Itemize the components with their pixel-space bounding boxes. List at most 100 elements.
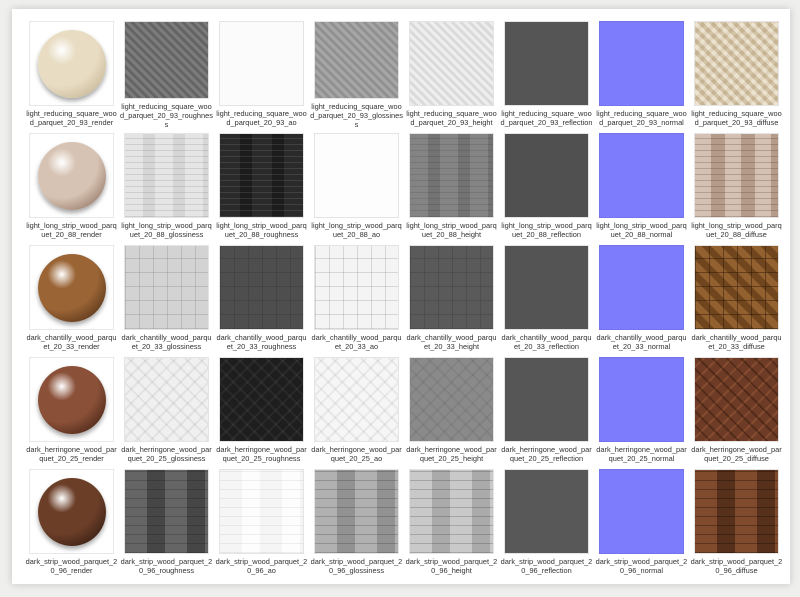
file-name-label: light_long_strip_wood_parquet_20_88_ao (311, 221, 402, 239)
material-sphere-preview (37, 477, 106, 546)
file-name-label: light_reducing_square_wood_parquet_20_93… (26, 109, 117, 127)
file-item[interactable]: light_reducing_square_wood_parquet_20_93… (214, 17, 309, 129)
file-item[interactable]: dark_strip_wood_parquet_20_96_height (404, 465, 499, 577)
normal-map-thumbnail (599, 469, 684, 554)
file-item[interactable]: light_reducing_square_wood_parquet_20_93… (24, 17, 119, 129)
file-name-label: light_reducing_square_wood_parquet_20_93… (310, 102, 403, 129)
file-item[interactable]: dark_chantilly_wood_parquet_20_33_glossi… (119, 241, 214, 353)
file-item[interactable]: dark_strip_wood_parquet_20_96_normal (594, 465, 689, 577)
file-item[interactable]: light_reducing_square_wood_parquet_20_93… (594, 17, 689, 129)
file-item[interactable]: dark_chantilly_wood_parquet_20_33_render (24, 241, 119, 353)
file-name-label: dark_chantilly_wood_parquet_20_33_diffus… (691, 333, 782, 351)
file-name-label: light_reducing_square_wood_parquet_20_93… (691, 109, 782, 127)
file-name-label: dark_herringone_wood_parquet_20_25_gloss… (121, 445, 212, 463)
file-item[interactable]: dark_strip_wood_parquet_20_96_roughness (119, 465, 214, 577)
file-item[interactable]: dark_herringone_wood_parquet_20_25_rough… (214, 353, 309, 465)
texture-thumbnail (124, 245, 209, 330)
file-item[interactable]: dark_herringone_wood_parquet_20_25_ao (309, 353, 404, 465)
normal-map-thumbnail (599, 21, 684, 106)
file-item[interactable]: light_reducing_square_wood_parquet_20_93… (119, 17, 214, 129)
file-item[interactable]: dark_strip_wood_parquet_20_96_glossiness (309, 465, 404, 577)
file-item[interactable]: light_long_strip_wood_parquet_20_88_norm… (594, 129, 689, 241)
render-thumbnail (29, 469, 114, 554)
file-name-label: light_long_strip_wood_parquet_20_88_diff… (691, 221, 782, 239)
file-item[interactable]: dark_chantilly_wood_parquet_20_33_reflec… (499, 241, 594, 353)
file-item[interactable]: dark_strip_wood_parquet_20_96_render (24, 465, 119, 577)
file-item[interactable]: dark_herringone_wood_parquet_20_25_norma… (594, 353, 689, 465)
file-name-label: light_long_strip_wood_parquet_20_88_rend… (26, 221, 117, 239)
file-item[interactable]: dark_strip_wood_parquet_20_96_reflection (499, 465, 594, 577)
material-sphere-preview (37, 141, 106, 210)
file-item[interactable]: dark_strip_wood_parquet_20_96_ao (214, 465, 309, 577)
texture-thumbnail (124, 469, 209, 554)
file-item[interactable]: light_long_strip_wood_parquet_20_88_diff… (689, 129, 784, 241)
texture-thumbnail (314, 245, 399, 330)
file-name-label: light_long_strip_wood_parquet_20_88_norm… (596, 221, 687, 239)
texture-thumbnail (409, 469, 494, 554)
file-name-label: dark_strip_wood_parquet_20_96_reflection (500, 557, 593, 575)
file-item[interactable]: dark_herringone_wood_parquet_20_25_diffu… (689, 353, 784, 465)
normal-map-thumbnail (599, 357, 684, 442)
file-item[interactable]: light_long_strip_wood_parquet_20_88_ao (309, 129, 404, 241)
file-name-label: dark_strip_wood_parquet_20_96_render (25, 557, 118, 575)
material-sphere-preview (37, 365, 106, 434)
texture-thumbnail (504, 21, 589, 106)
texture-thumbnail (124, 133, 209, 218)
render-thumbnail (29, 245, 114, 330)
file-item[interactable]: light_long_strip_wood_parquet_20_88_rend… (24, 129, 119, 241)
texture-thumbnail (409, 133, 494, 218)
file-item[interactable]: light_reducing_square_wood_parquet_20_93… (689, 17, 784, 129)
file-item[interactable]: dark_chantilly_wood_parquet_20_33_diffus… (689, 241, 784, 353)
file-name-label: dark_chantilly_wood_parquet_20_33_ao (311, 333, 402, 351)
file-name-label: dark_strip_wood_parquet_20_96_height (405, 557, 498, 575)
file-item[interactable]: dark_chantilly_wood_parquet_20_33_roughn… (214, 241, 309, 353)
render-thumbnail (29, 21, 114, 106)
file-item[interactable]: light_long_strip_wood_parquet_20_88_heig… (404, 129, 499, 241)
texture-thumbnail (219, 245, 304, 330)
texture-thumbnail (409, 245, 494, 330)
file-item[interactable]: light_reducing_square_wood_parquet_20_93… (309, 17, 404, 129)
file-name-label: dark_chantilly_wood_parquet_20_33_glossi… (121, 333, 212, 351)
file-item[interactable]: light_long_strip_wood_parquet_20_88_roug… (214, 129, 309, 241)
file-item[interactable]: dark_chantilly_wood_parquet_20_33_normal (594, 241, 689, 353)
file-name-label: dark_strip_wood_parquet_20_96_glossiness (310, 557, 403, 575)
texture-thumbnail (504, 245, 589, 330)
file-item[interactable]: light_long_strip_wood_parquet_20_88_refl… (499, 129, 594, 241)
file-item[interactable]: dark_herringone_wood_parquet_20_25_heigh… (404, 353, 499, 465)
texture-thumbnail (124, 21, 209, 99)
texture-thumbnail (694, 357, 779, 442)
file-name-label: dark_chantilly_wood_parquet_20_33_reflec… (501, 333, 592, 351)
file-name-label: dark_strip_wood_parquet_20_96_roughness (120, 557, 213, 575)
file-name-label: dark_chantilly_wood_parquet_20_33_render (26, 333, 117, 351)
normal-map-thumbnail (599, 133, 684, 218)
file-item[interactable]: dark_herringone_wood_parquet_20_25_gloss… (119, 353, 214, 465)
file-name-label: light_reducing_square_wood_parquet_20_93… (596, 109, 687, 127)
file-name-label: light_long_strip_wood_parquet_20_88_heig… (406, 221, 497, 239)
texture-thumbnail (219, 357, 304, 442)
file-name-label: light_long_strip_wood_parquet_20_88_glos… (121, 221, 212, 239)
texture-thumbnail (219, 469, 304, 554)
file-item[interactable]: dark_strip_wood_parquet_20_96_diffuse (689, 465, 784, 577)
file-item[interactable]: dark_chantilly_wood_parquet_20_33_ao (309, 241, 404, 353)
file-name-label: dark_herringone_wood_parquet_20_25_norma… (596, 445, 687, 463)
file-item[interactable]: light_reducing_square_wood_parquet_20_93… (404, 17, 499, 129)
texture-thumbnail (314, 133, 399, 218)
thumbnail-grid: light_reducing_square_wood_parquet_20_93… (24, 17, 784, 577)
file-item[interactable]: light_long_strip_wood_parquet_20_88_glos… (119, 129, 214, 241)
file-name-label: light_reducing_square_wood_parquet_20_93… (216, 109, 307, 127)
file-item[interactable]: dark_herringone_wood_parquet_20_25_refle… (499, 353, 594, 465)
file-name-label: light_long_strip_wood_parquet_20_88_roug… (216, 221, 307, 239)
file-name-label: light_reducing_square_wood_parquet_20_93… (406, 109, 497, 127)
file-name-label: light_long_strip_wood_parquet_20_88_refl… (501, 221, 592, 239)
texture-thumbnail (314, 469, 399, 554)
file-item[interactable]: dark_herringone_wood_parquet_20_25_rende… (24, 353, 119, 465)
file-item[interactable]: dark_chantilly_wood_parquet_20_33_height (404, 241, 499, 353)
file-item[interactable]: light_reducing_square_wood_parquet_20_93… (499, 17, 594, 129)
texture-thumbnail (694, 469, 779, 554)
file-name-label: dark_strip_wood_parquet_20_96_ao (215, 557, 308, 575)
texture-thumbnail (504, 469, 589, 554)
texture-thumbnail (314, 21, 399, 99)
texture-thumbnail (409, 21, 494, 106)
file-name-label: light_reducing_square_wood_parquet_20_93… (500, 109, 593, 127)
file-name-label: dark_chantilly_wood_parquet_20_33_height (406, 333, 497, 351)
